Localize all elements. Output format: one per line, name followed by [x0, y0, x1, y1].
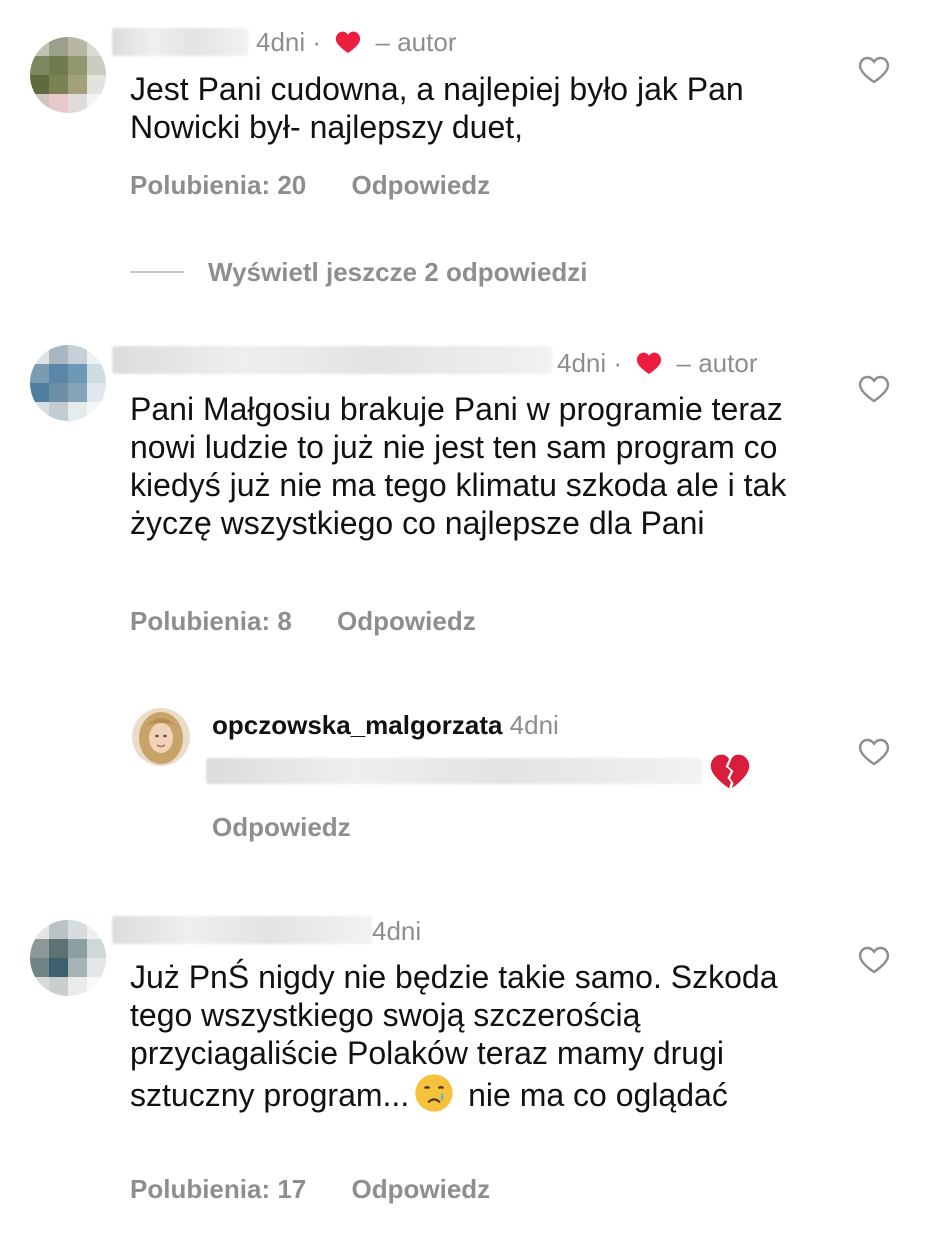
comment-meta: 4dni [372, 916, 421, 947]
comment-actions: Polubienia: 8 Odpowiedz [130, 606, 514, 637]
broken-heart-emoji [710, 754, 750, 789]
commenter-avatar[interactable] [30, 345, 106, 421]
replies-divider [130, 271, 184, 273]
likes-count[interactable]: Polubienia: 17 [130, 1174, 306, 1204]
commenter-username-redacted[interactable] [112, 916, 372, 944]
meta-separator: · [312, 27, 322, 57]
author-avatar-image [132, 708, 190, 766]
reply-button[interactable]: Odpowiedz [337, 606, 476, 636]
comment-actions: Polubienia: 17 Odpowiedz [130, 1174, 528, 1205]
likes-count[interactable]: Polubienia: 8 [130, 606, 292, 636]
like-heart-icon[interactable] [858, 945, 890, 975]
author-liked-heart-icon [637, 352, 662, 374]
commenter-username-redacted[interactable] [112, 346, 552, 374]
like-heart-icon[interactable] [858, 374, 890, 404]
reply-button[interactable]: Odpowiedz [352, 170, 491, 200]
comment-time: 4dni [372, 916, 422, 946]
likes-count[interactable]: Polubienia: 20 [130, 170, 306, 200]
like-heart-icon[interactable] [858, 737, 890, 767]
author-tag: – autor [676, 348, 758, 378]
comment-time: 4dni [256, 27, 306, 57]
like-heart-icon[interactable] [858, 55, 890, 85]
author-liked-heart-icon [336, 31, 361, 53]
comment-meta: 4dni · – autor [557, 348, 757, 379]
commenter-avatar[interactable] [30, 37, 106, 113]
author-tag: – autor [375, 27, 457, 57]
reply-meta: opczowska_malgorzata 4dni [212, 710, 559, 741]
commenter-avatar[interactable] [30, 920, 106, 996]
view-more-replies-button[interactable]: Wyświetl jeszcze 2 odpowiedzi [208, 257, 588, 288]
comment-text: Pani Małgosiu brakuje Pani w programie t… [130, 391, 796, 541]
reply-time: 4dni [509, 710, 559, 740]
comment-text: Już PnŚ nigdy nie będzie takie samo. Szk… [130, 958, 820, 1114]
comment-text-part: nie ma co oglądać [459, 1077, 728, 1113]
comment-time: 4dni [557, 348, 607, 378]
comment-actions: Polubienia: 20 Odpowiedz [130, 170, 528, 201]
reply-text-redacted [206, 758, 702, 784]
meta-separator: · [613, 348, 623, 378]
author-avatar[interactable] [132, 708, 190, 766]
author-username[interactable]: opczowska_malgorzata [212, 710, 502, 740]
reply-button[interactable]: Odpowiedz [352, 1174, 491, 1204]
reply-actions: Odpowiedz [212, 812, 389, 843]
comment-meta: 4dni · – autor [256, 27, 456, 58]
reply-button[interactable]: Odpowiedz [212, 812, 351, 842]
crying-face-emoji [415, 1074, 453, 1112]
commenter-username-redacted[interactable] [112, 28, 248, 56]
comment-text: Jest Pani cudowna, a najlepiej było jak … [130, 71, 753, 145]
